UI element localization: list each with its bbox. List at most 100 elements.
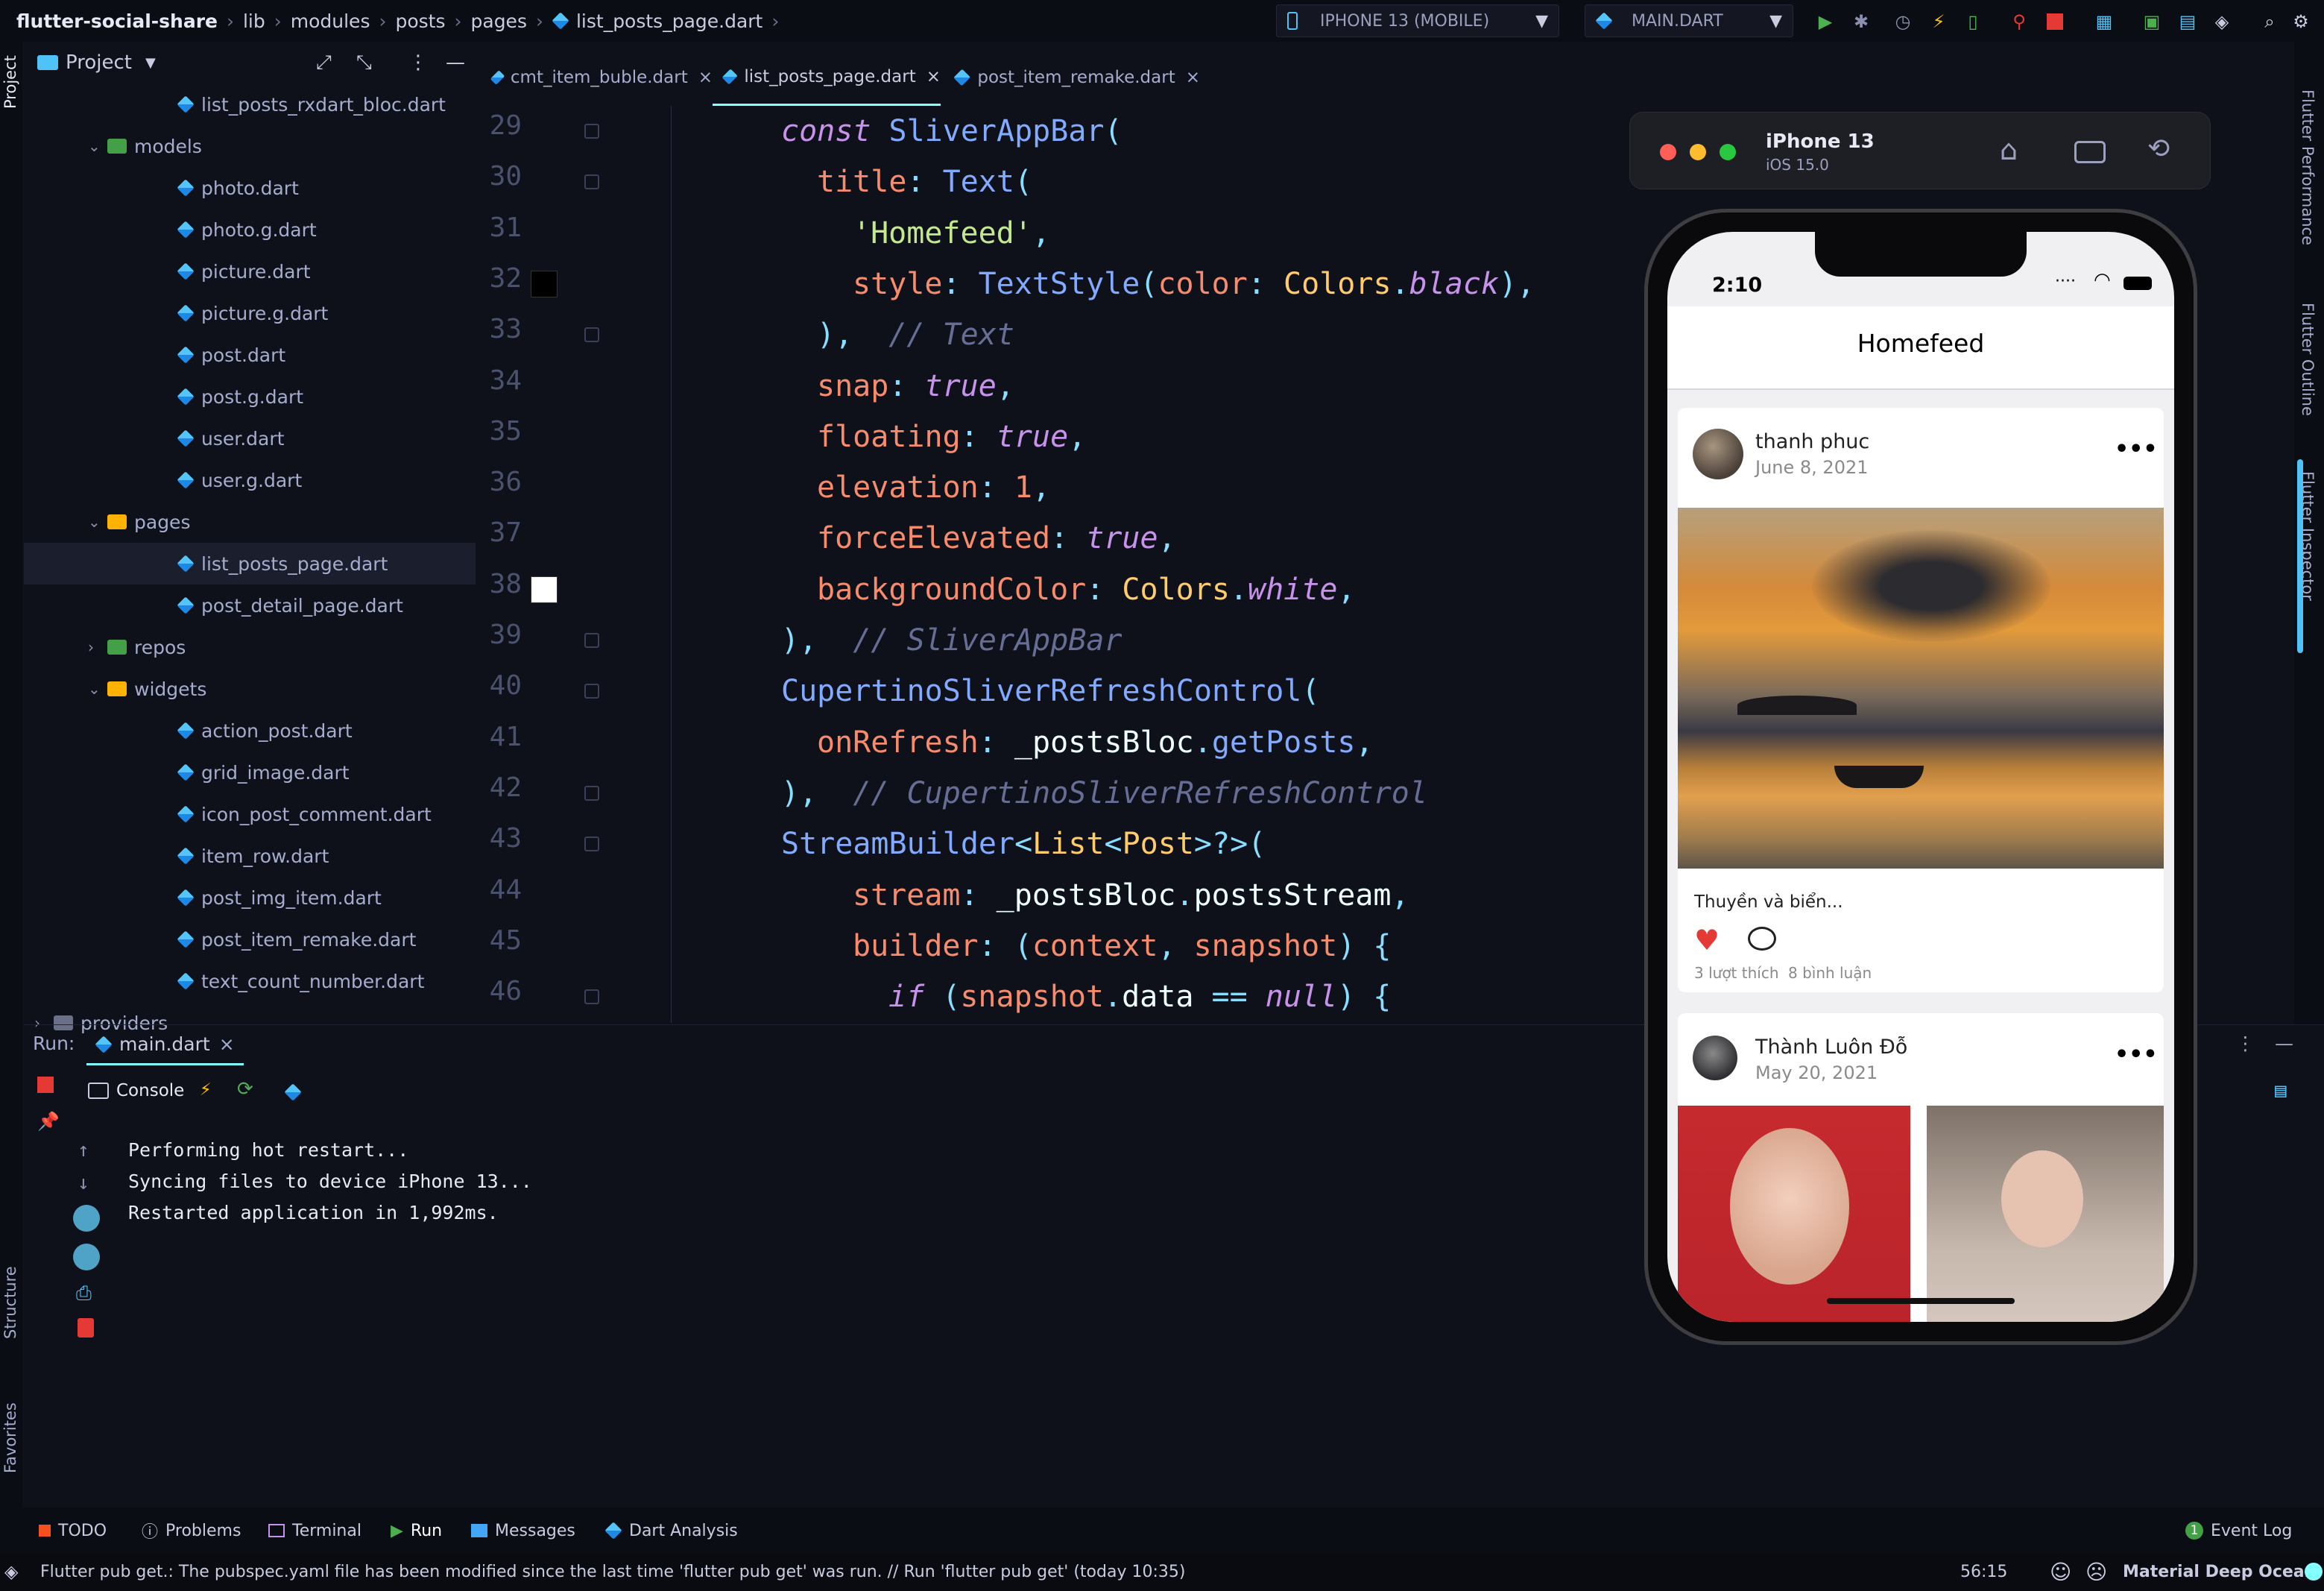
post-image-sunset[interactable] — [1678, 508, 2164, 869]
arrow-down-icon[interactable]: ↓ — [78, 1172, 89, 1194]
devtools-icon[interactable] — [284, 1083, 302, 1101]
fold-marker-icon[interactable] — [584, 684, 599, 699]
print-icon[interactable]: ⎙ — [76, 1282, 92, 1305]
debug-icon[interactable]: ✱ — [1850, 10, 1872, 33]
color-swatch[interactable] — [531, 270, 558, 297]
pin-icon[interactable]: 📌 — [37, 1111, 60, 1132]
sdk-icon[interactable]: ▤ — [2176, 10, 2199, 33]
project-panel-title[interactable]: Project — [66, 51, 132, 74]
run-config-selector[interactable]: MAIN.DART ▼ — [1585, 4, 1793, 37]
tree-file[interactable]: post_item_remake.dart — [24, 919, 416, 960]
close-icon[interactable]: × — [698, 68, 713, 87]
tree-file[interactable]: action_post.dart — [24, 710, 353, 752]
post-image-portrait-1[interactable] — [1678, 1106, 1910, 1322]
tool-favorites[interactable]: Favorites — [1, 1402, 19, 1473]
smile-icon[interactable]: ☺ — [2050, 1560, 2071, 1584]
stop-icon[interactable] — [37, 1077, 54, 1093]
post-author[interactable]: thanh phuc — [1755, 430, 1869, 453]
close-window-icon[interactable] — [1660, 144, 1676, 160]
minimize-icon[interactable]: — — [446, 51, 465, 74]
theme-name[interactable]: Material Deep Ocean — [2123, 1563, 2316, 1581]
profile-icon[interactable]: ◷ — [1892, 10, 1914, 33]
close-icon[interactable]: × — [926, 67, 941, 86]
scroll-to-end-icon[interactable] — [73, 1244, 100, 1270]
scrollbar-thumb[interactable] — [2297, 459, 2303, 653]
tool-flutter-outline[interactable]: Flutter Outline — [2299, 303, 2317, 416]
breadcrumb-modules[interactable]: modules — [291, 10, 370, 32]
chevron-right-icon[interactable]: › — [88, 638, 107, 656]
run-icon[interactable]: ▶ — [1814, 10, 1837, 33]
tab-list-posts-page[interactable]: list_posts_page.dart × — [713, 49, 941, 106]
attach-icon[interactable]: ⚲ — [2008, 10, 2030, 33]
post-author[interactable]: Thành Luôn Đỗ — [1755, 1036, 1907, 1059]
terminal-icon[interactable]: ▣ — [2141, 10, 2163, 33]
tool-todo[interactable]: TODO — [39, 1507, 107, 1554]
hot-restart-icon[interactable]: ⟳ — [237, 1078, 253, 1100]
event-log[interactable]: 1 Event Log — [2185, 1507, 2292, 1554]
tab-cmt-item-buble[interactable]: cmt_item_buble.dart × — [490, 49, 713, 106]
settings-gear-icon[interactable]: ⚙ — [2290, 10, 2312, 33]
more-options-icon[interactable]: ⋮ — [408, 51, 428, 74]
tree-file[interactable]: post.dart — [24, 334, 285, 376]
cursor-position[interactable]: 56:15 — [1960, 1563, 2007, 1581]
tree-file[interactable]: grid_image.dart — [24, 752, 350, 793]
tool-structure[interactable]: Structure — [1, 1266, 19, 1339]
device-selector[interactable]: IPHONE 13 (MOBILE) ▼ — [1276, 4, 1559, 37]
chevron-down-icon[interactable]: ⌄ — [88, 680, 107, 698]
fold-marker-icon[interactable] — [584, 785, 599, 801]
stop-icon[interactable] — [2044, 10, 2066, 33]
tree-folder[interactable]: ⌄ models — [24, 125, 202, 167]
chevron-down-icon[interactable]: ⌄ — [88, 513, 107, 531]
post-card[interactable]: thanh phuc June 8, 2021 ••• Thuyền và bi… — [1678, 408, 2164, 992]
fold-marker-icon[interactable] — [584, 174, 599, 190]
comment-icon[interactable] — [1748, 927, 1776, 951]
color-swatch[interactable] — [531, 576, 558, 603]
console-tab[interactable]: Console — [88, 1081, 184, 1100]
more-icon[interactable]: ••• — [2115, 1042, 2158, 1068]
status-message[interactable]: Flutter pub get.: The pubspec.yaml file … — [40, 1563, 1185, 1581]
tree-file[interactable]: post_img_item.dart — [24, 877, 382, 919]
breadcrumb-file[interactable]: list_posts_page.dart — [576, 10, 762, 32]
breadcrumb-lib[interactable]: lib — [243, 10, 265, 32]
search-icon[interactable]: ⌕ — [2258, 10, 2281, 33]
tool-flutter-performance[interactable]: Flutter Performance — [2299, 89, 2317, 245]
frown-icon[interactable]: ☹ — [2085, 1560, 2107, 1584]
tree-file[interactable]: list_posts_rxdart_bloc.dart — [24, 84, 446, 125]
tree-folder[interactable]: ⌄ pages — [24, 501, 190, 543]
tree-folder[interactable]: › repos — [24, 626, 186, 668]
layout-icon[interactable]: ▤ — [2275, 1080, 2287, 1102]
fold-marker-icon[interactable] — [584, 327, 599, 343]
post-image-portrait-2[interactable] — [1927, 1106, 2164, 1322]
tree-file[interactable]: user.g.dart — [24, 459, 302, 501]
breadcrumb-project[interactable]: flutter-social-share — [16, 10, 218, 32]
zoom-window-icon[interactable] — [1720, 144, 1736, 160]
tree-file[interactable]: item_row.dart — [24, 835, 329, 877]
settings-icon[interactable]: ◈ — [2211, 10, 2233, 33]
tool-dart-analysis[interactable]: Dart Analysis — [604, 1507, 738, 1554]
close-icon[interactable]: × — [219, 1033, 235, 1055]
code-editor[interactable]: const SliverAppBar(title: Text('Homefeed… — [671, 106, 1640, 1023]
tree-file[interactable]: photo.dart — [24, 167, 299, 209]
tree-file[interactable]: picture.dart — [24, 251, 311, 292]
grid-icon[interactable]: ▦ — [2093, 10, 2115, 33]
run-tab-main[interactable]: main.dart × — [86, 1025, 244, 1065]
breadcrumb-posts[interactable]: posts — [395, 10, 445, 32]
hot-reload-icon[interactable]: ⚡ — [1927, 10, 1950, 33]
tool-terminal[interactable]: Terminal — [268, 1507, 361, 1554]
close-icon[interactable]: × — [1186, 68, 1200, 87]
tab-post-item-remake[interactable]: post_item_remake.dart × — [953, 49, 1200, 106]
chevron-down-icon[interactable]: ▼ — [145, 55, 156, 71]
collapse-icon[interactable]: ⤡ — [356, 51, 372, 75]
soft-wrap-icon[interactable] — [73, 1205, 100, 1232]
hot-restart-icon[interactable]: ▯ — [1962, 10, 1984, 33]
more-options-icon[interactable]: ⋮ — [2236, 1033, 2255, 1054]
breadcrumb-pages[interactable]: pages — [471, 10, 527, 32]
trash-icon[interactable] — [78, 1318, 94, 1338]
tree-file[interactable]: text_count_number.dart — [24, 960, 424, 1002]
fold-marker-icon[interactable] — [584, 989, 599, 1005]
tree-file[interactable]: list_posts_page.dart — [24, 543, 476, 585]
tool-project[interactable]: Project — [1, 55, 19, 109]
avatar[interactable] — [1693, 1036, 1737, 1080]
tool-problems[interactable]: ⓘ Problems — [142, 1507, 241, 1554]
tree-folder[interactable]: ⌄ widgets — [24, 668, 206, 710]
